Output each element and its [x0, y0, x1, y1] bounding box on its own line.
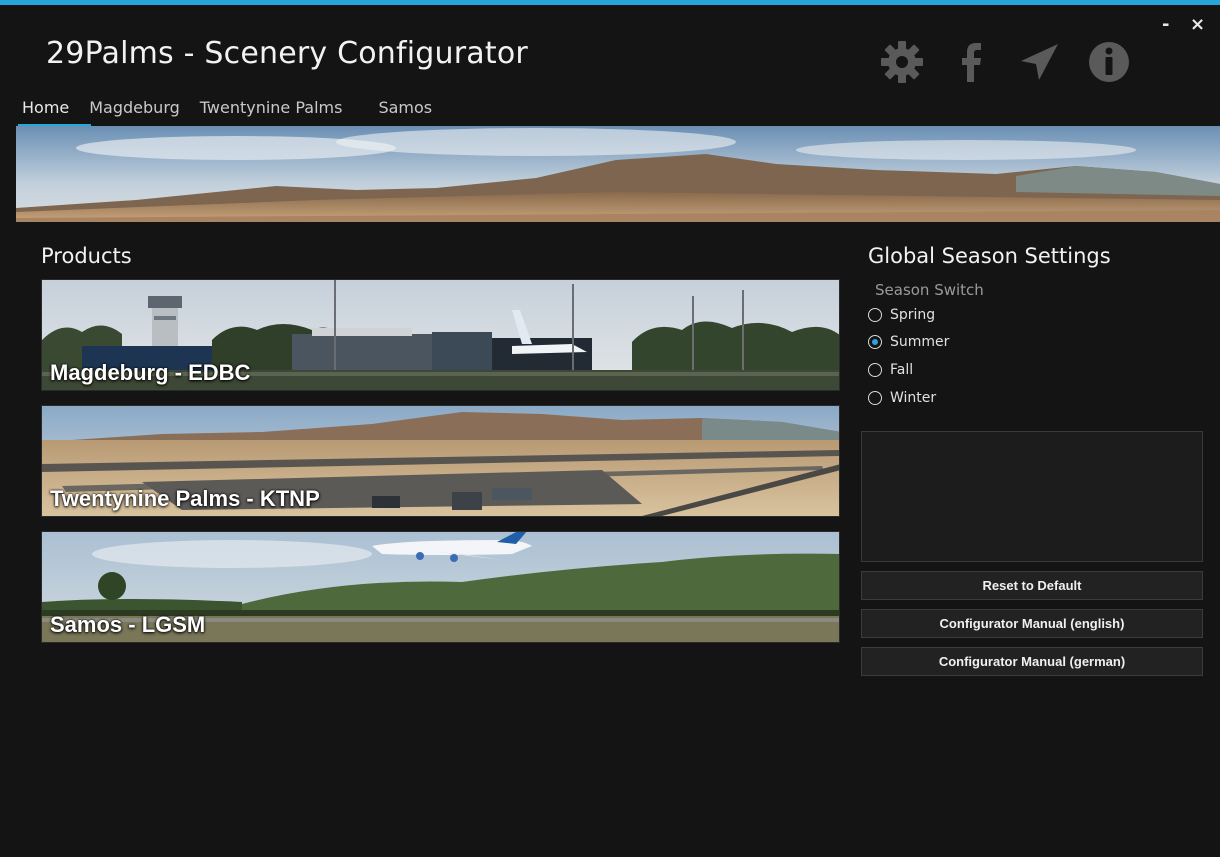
main-nav: Home Magdeburg Twentynine Palms Samos [22, 98, 452, 125]
season-radio-summer[interactable]: Summer [868, 334, 949, 350]
season-radio-winter-label: Winter [890, 390, 937, 406]
radio-circle-icon[interactable] [868, 363, 882, 377]
radio-circle-icon[interactable] [868, 308, 882, 322]
product-magdeburg-label: Magdeburg - EDBC [50, 360, 251, 385]
radio-circle-icon[interactable] [868, 391, 882, 405]
settings-gear-icon[interactable] [880, 40, 924, 84]
product-magdeburg-card[interactable]: Magdeburg - EDBC [41, 279, 840, 391]
radio-circle-checked-icon[interactable] [868, 335, 882, 349]
season-radio-summer-label: Summer [890, 334, 950, 350]
tab-magdeburg[interactable]: Magdeburg [89, 98, 180, 125]
season-radio-fall[interactable]: Fall [868, 362, 913, 378]
info-icon[interactable] [1087, 40, 1131, 84]
season-radio-winter[interactable]: Winter [868, 390, 936, 406]
season-switch-label: Season Switch [875, 281, 984, 299]
season-preview-panel [861, 431, 1203, 562]
tab-samos[interactable]: Samos [378, 98, 432, 125]
reset-to-default-button[interactable]: Reset to Default [861, 571, 1203, 600]
manual-english-button[interactable]: Configurator Manual (english) [861, 609, 1203, 638]
app-title: 29Palms - Scenery Configurator [46, 36, 528, 71]
send-paper-plane-icon[interactable] [1018, 40, 1062, 84]
product-samos-card[interactable]: Samos - LGSM [41, 531, 840, 643]
tab-home[interactable]: Home [22, 98, 69, 125]
close-button[interactable]: × [1190, 14, 1205, 35]
season-radio-spring-label: Spring [890, 307, 936, 323]
manual-german-button[interactable]: Configurator Manual (german) [861, 647, 1203, 676]
product-twentynine-palms-card[interactable]: Twentynine Palms - KTNP [41, 405, 840, 517]
season-radio-spring[interactable]: Spring [868, 307, 935, 323]
window-accent-bar [0, 0, 1220, 5]
season-radio-fall-label: Fall [890, 362, 914, 378]
header-banner-image [16, 126, 1220, 222]
minimize-button[interactable]: - [1162, 14, 1169, 35]
tab-twentynine-palms[interactable]: Twentynine Palms [200, 98, 343, 125]
season-settings-heading: Global Season Settings [868, 244, 1111, 268]
product-samos-label: Samos - LGSM [50, 612, 206, 637]
products-heading: Products [41, 244, 132, 268]
facebook-icon[interactable] [950, 40, 994, 84]
product-twentynine-palms-label: Twentynine Palms - KTNP [50, 486, 320, 511]
